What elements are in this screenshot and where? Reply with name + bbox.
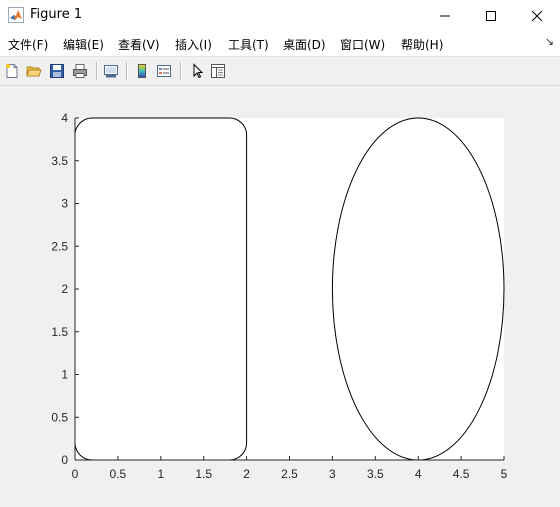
folder-open-icon	[26, 66, 42, 77]
axes[interactable]: 0 0.5 1 1.5 2 2.5 3 3.5 4 4.5 5 0 0.5 1 1.5 2 2.5 3 3.5 4	[0, 86, 560, 507]
maximize-button[interactable]	[468, 0, 514, 31]
axes-background	[75, 118, 504, 460]
insert-legend-button[interactable]	[154, 61, 174, 81]
x-tick-label: 3.5	[367, 467, 384, 481]
panel-icon	[211, 64, 225, 78]
link-plot-button[interactable]	[101, 61, 121, 81]
y-tick-label: 3	[61, 197, 68, 211]
open-file-button[interactable]	[24, 61, 44, 81]
matlab-logo-icon	[8, 7, 24, 23]
y-tick-label: 2	[61, 282, 68, 296]
x-tick-label: 3	[329, 467, 336, 481]
x-tick-label: 5	[501, 467, 508, 481]
y-tick-label: 4	[61, 111, 68, 125]
title-bar[interactable]: Figure 1	[0, 0, 560, 31]
toolbar-separator	[180, 62, 182, 80]
toolbar	[0, 57, 560, 86]
x-tick-label: 0.5	[110, 467, 127, 481]
y-tick-label: 2.5	[51, 239, 68, 253]
menu-insert[interactable]: 插入(I)	[175, 36, 212, 53]
close-icon	[531, 10, 543, 21]
window-title: Figure 1	[30, 7, 83, 22]
new-document-icon	[6, 64, 18, 78]
property-inspector-button[interactable]	[208, 61, 228, 81]
menu-bar: 文件(F) 编辑(E) 查看(V) 插入(I) 工具(T) 桌面(D) 窗口(W…	[0, 31, 560, 57]
menu-edit[interactable]: 编辑(E)	[63, 36, 104, 53]
y-tick-label: 1	[61, 368, 68, 382]
minimize-button[interactable]	[422, 0, 468, 31]
menu-window[interactable]: 窗口(W)	[340, 36, 385, 53]
x-tick-label: 2.5	[281, 467, 298, 481]
new-figure-button[interactable]	[2, 61, 22, 81]
edit-plot-button[interactable]	[187, 61, 207, 81]
y-tick-label: 3.5	[51, 154, 68, 168]
save-figure-button[interactable]	[47, 61, 67, 81]
menu-help[interactable]: 帮助(H)	[401, 36, 443, 53]
y-tick-label: 0.5	[51, 410, 68, 424]
insert-colorbar-button[interactable]	[132, 61, 152, 81]
x-tick-label: 2	[243, 467, 250, 481]
colorbar-icon	[138, 64, 146, 78]
link-plot-icon	[104, 65, 118, 78]
close-button[interactable]	[514, 0, 560, 31]
x-tick-label: 1	[157, 467, 164, 481]
x-tick-label: 1.5	[195, 467, 212, 481]
menu-view[interactable]: 查看(V)	[118, 36, 160, 53]
y-tick-label: 0	[61, 453, 68, 467]
x-tick-label: 0	[72, 467, 79, 481]
toolbar-separator	[126, 62, 128, 80]
figure-window: Figure 1 文件(F) 编辑(E) 查看(V) 插入(I) 工具(T) 桌…	[0, 0, 560, 507]
menu-tools[interactable]: 工具(T)	[228, 36, 269, 53]
save-disk-icon	[50, 64, 64, 78]
figure-canvas[interactable]: 0 0.5 1 1.5 2 2.5 3 3.5 4 4.5 5 0 0.5 1 1.5 2 2.5 3 3.5 4	[0, 86, 560, 507]
toolbar-separator	[96, 62, 98, 80]
menu-file[interactable]: 文件(F)	[8, 36, 48, 53]
pointer-arrow-icon	[193, 63, 204, 79]
maximize-icon	[486, 10, 496, 21]
printer-icon	[73, 64, 87, 78]
menu-desktop[interactable]: 桌面(D)	[283, 36, 326, 53]
legend-icon	[157, 65, 171, 77]
chevron-right-icon[interactable]: ↘	[545, 35, 554, 48]
minimize-icon	[440, 15, 450, 16]
y-tick-label: 1.5	[51, 325, 68, 339]
x-tick-label: 4	[415, 467, 422, 481]
x-tick-label: 4.5	[453, 467, 470, 481]
print-figure-button[interactable]	[70, 61, 90, 81]
